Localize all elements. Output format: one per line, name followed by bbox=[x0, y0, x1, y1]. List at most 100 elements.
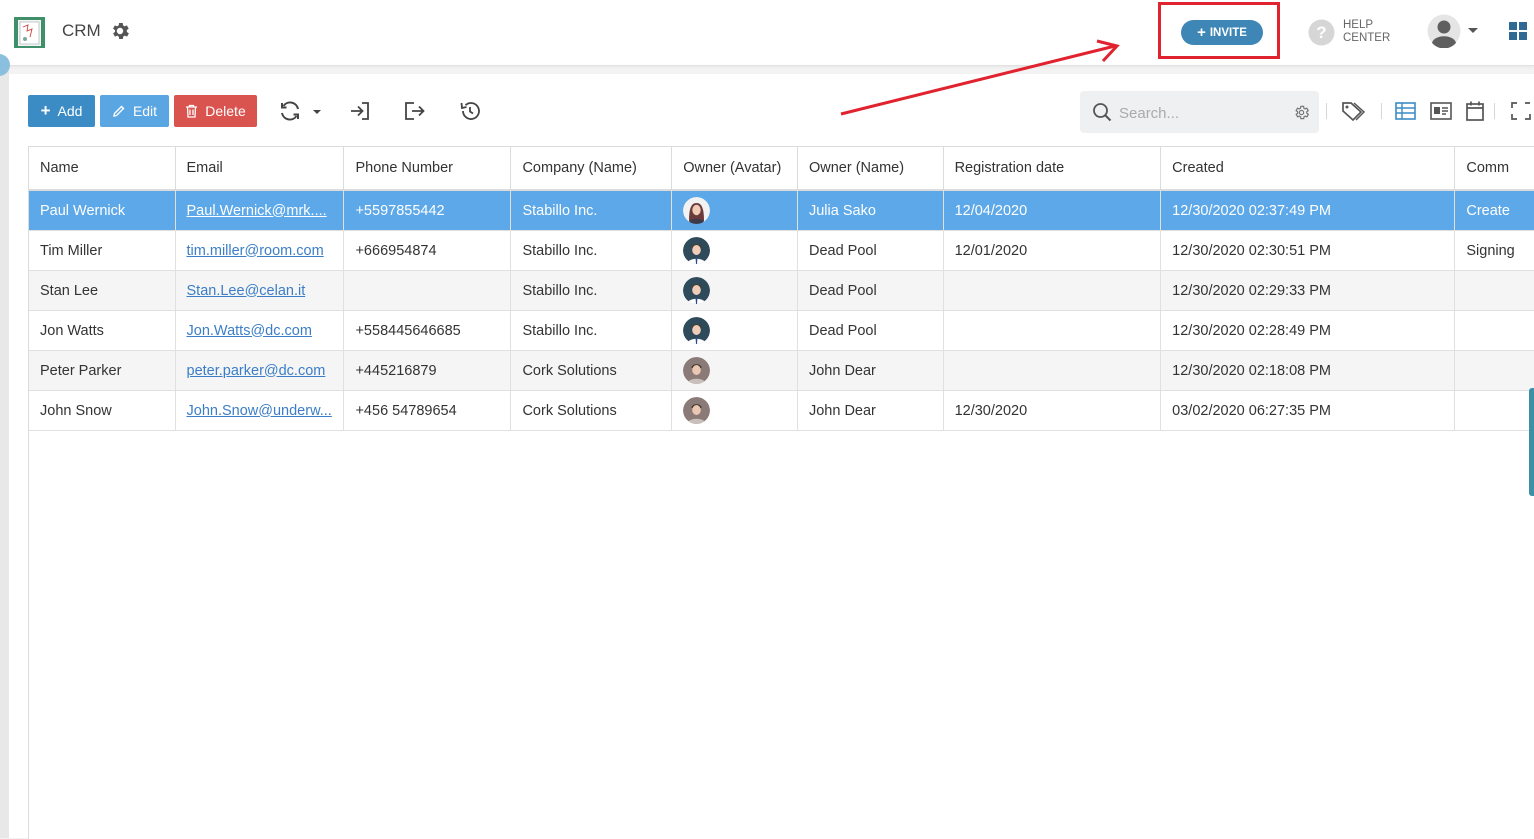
cell-owner-name[interactable]: John Dear bbox=[797, 350, 944, 391]
history-icon[interactable] bbox=[458, 99, 482, 123]
cell-owner-avatar[interactable] bbox=[671, 270, 798, 311]
cell-created[interactable]: 12/30/2020 02:29:33 PM bbox=[1160, 270, 1456, 311]
column-header-owner-avatar[interactable]: Owner (Avatar) bbox=[671, 147, 798, 191]
cell-created[interactable]: 03/02/2020 06:27:35 PM bbox=[1160, 390, 1456, 431]
cell-company[interactable]: Stabillo Inc. bbox=[510, 190, 673, 231]
email-link[interactable]: peter.parker@dc.com bbox=[187, 363, 326, 379]
cell-company[interactable]: Stabillo Inc. bbox=[510, 270, 673, 311]
cell-phone[interactable]: +5597855442 bbox=[343, 190, 512, 231]
cell-owner-avatar[interactable] bbox=[671, 230, 798, 271]
calendar-view-icon[interactable] bbox=[1463, 100, 1487, 122]
cell-email[interactable]: John.Snow@underw... bbox=[175, 390, 345, 431]
cell-name[interactable]: Paul Wernick bbox=[29, 190, 176, 231]
email-link[interactable]: John.Snow@underw... bbox=[187, 403, 332, 419]
settings-gear-icon[interactable] bbox=[109, 20, 131, 42]
user-avatar-icon[interactable] bbox=[1427, 14, 1461, 48]
cell-owner-avatar[interactable] bbox=[671, 190, 798, 231]
table-row[interactable]: Paul Wernick Paul.Wernick@mrk.... +55978… bbox=[29, 190, 1534, 231]
column-header-company[interactable]: Company (Name) bbox=[510, 147, 673, 191]
refresh-dropdown-caret-icon[interactable] bbox=[309, 99, 325, 123]
help-center-link[interactable]: HELP CENTER bbox=[1343, 19, 1390, 45]
email-link[interactable]: Jon.Watts@dc.com bbox=[187, 323, 312, 339]
cell-email[interactable]: Jon.Watts@dc.com bbox=[175, 310, 345, 351]
table-view-icon[interactable] bbox=[1394, 100, 1418, 122]
cell-email[interactable]: Stan.Lee@celan.it bbox=[175, 270, 345, 311]
fullscreen-icon[interactable] bbox=[1509, 100, 1533, 122]
cell-created[interactable]: 12/30/2020 02:30:51 PM bbox=[1160, 230, 1456, 271]
cell-company[interactable]: Cork Solutions bbox=[510, 390, 673, 431]
cell-registration-date[interactable] bbox=[943, 270, 1162, 311]
cell-name[interactable]: John Snow bbox=[29, 390, 176, 431]
cell-comment[interactable] bbox=[1454, 270, 1534, 311]
delete-button[interactable]: Delete bbox=[174, 95, 257, 127]
table-row[interactable]: Tim Miller tim.miller@room.com +66695487… bbox=[29, 230, 1534, 271]
table-header-row: Name Email Phone Number Company (Name) O… bbox=[29, 147, 1534, 191]
cell-owner-name[interactable]: Dead Pool bbox=[797, 310, 944, 351]
cell-registration-date[interactable]: 12/30/2020 bbox=[943, 390, 1162, 431]
export-icon[interactable] bbox=[402, 99, 426, 123]
cell-comment[interactable]: Create bbox=[1454, 190, 1534, 231]
cell-created[interactable]: 12/30/2020 02:28:49 PM bbox=[1160, 310, 1456, 351]
cell-phone[interactable]: +666954874 bbox=[343, 230, 512, 271]
email-link[interactable]: tim.miller@room.com bbox=[187, 243, 324, 259]
edit-button[interactable]: Edit bbox=[100, 95, 169, 127]
add-button[interactable]: + Add bbox=[28, 95, 95, 127]
cell-email[interactable]: tim.miller@room.com bbox=[175, 230, 345, 271]
cell-name[interactable]: Peter Parker bbox=[29, 350, 176, 391]
cell-name[interactable]: Tim Miller bbox=[29, 230, 176, 271]
refresh-icon[interactable] bbox=[278, 99, 302, 123]
table-row[interactable]: Stan Lee Stan.Lee@celan.it Stabillo Inc.… bbox=[29, 270, 1534, 311]
crm-logo-icon[interactable] bbox=[14, 17, 45, 48]
cell-comment[interactable] bbox=[1454, 310, 1534, 351]
cell-registration-date[interactable] bbox=[943, 350, 1162, 391]
cell-created[interactable]: 12/30/2020 02:37:49 PM bbox=[1160, 190, 1456, 231]
cell-phone[interactable] bbox=[343, 270, 512, 311]
email-link[interactable]: Stan.Lee@celan.it bbox=[187, 283, 306, 299]
cell-owner-avatar[interactable] bbox=[671, 310, 798, 351]
column-header-created[interactable]: Created bbox=[1160, 147, 1456, 191]
man-avatar-icon bbox=[683, 237, 711, 264]
cell-comment[interactable]: Signing bbox=[1454, 230, 1534, 271]
table-row[interactable]: Jon Watts Jon.Watts@dc.com +558445646685… bbox=[29, 310, 1534, 351]
cell-owner-avatar[interactable] bbox=[671, 390, 798, 431]
cell-comment[interactable] bbox=[1454, 350, 1534, 391]
column-header-email[interactable]: Email bbox=[175, 147, 345, 191]
column-header-phone[interactable]: Phone Number bbox=[343, 147, 512, 191]
email-link[interactable]: Paul.Wernick@mrk.... bbox=[187, 203, 327, 219]
cell-owner-avatar[interactable] bbox=[671, 350, 798, 391]
column-header-name[interactable]: Name bbox=[29, 147, 176, 191]
cell-phone[interactable]: +456 54789654 bbox=[343, 390, 512, 431]
tags-icon[interactable] bbox=[1341, 100, 1365, 122]
cell-owner-name[interactable]: Julia Sako bbox=[797, 190, 944, 231]
cell-company[interactable]: Stabillo Inc. bbox=[510, 310, 673, 351]
cell-comment[interactable] bbox=[1454, 390, 1534, 431]
card-view-icon[interactable] bbox=[1429, 100, 1453, 122]
column-header-owner-name[interactable]: Owner (Name) bbox=[797, 147, 944, 191]
table-row[interactable]: John Snow John.Snow@underw... +456 54789… bbox=[29, 390, 1534, 431]
cell-owner-name[interactable]: Dead Pool bbox=[797, 230, 944, 271]
search-input[interactable] bbox=[1117, 101, 1291, 125]
cell-company[interactable]: Cork Solutions bbox=[510, 350, 673, 391]
cell-company[interactable]: Stabillo Inc. bbox=[510, 230, 673, 271]
right-side-tab[interactable] bbox=[1529, 388, 1534, 496]
cell-registration-date[interactable]: 12/04/2020 bbox=[943, 190, 1162, 231]
cell-phone[interactable]: +445216879 bbox=[343, 350, 512, 391]
user-menu-caret-icon[interactable] bbox=[1468, 28, 1478, 33]
cell-name[interactable]: Stan Lee bbox=[29, 270, 176, 311]
import-icon[interactable] bbox=[348, 99, 372, 123]
cell-created[interactable]: 12/30/2020 02:18:08 PM bbox=[1160, 350, 1456, 391]
cell-email[interactable]: Paul.Wernick@mrk.... bbox=[175, 190, 345, 231]
search-settings-gear-icon[interactable] bbox=[1293, 104, 1310, 121]
apps-grid-icon[interactable] bbox=[1509, 22, 1527, 40]
column-header-registration-date[interactable]: Registration date bbox=[943, 147, 1162, 191]
table-row[interactable]: Peter Parker peter.parker@dc.com +445216… bbox=[29, 350, 1534, 391]
cell-registration-date[interactable] bbox=[943, 310, 1162, 351]
cell-email[interactable]: peter.parker@dc.com bbox=[175, 350, 345, 391]
column-header-comment[interactable]: Comm bbox=[1454, 147, 1534, 191]
cell-owner-name[interactable]: Dead Pool bbox=[797, 270, 944, 311]
help-question-icon[interactable]: ? bbox=[1308, 19, 1335, 46]
cell-owner-name[interactable]: John Dear bbox=[797, 390, 944, 431]
cell-name[interactable]: Jon Watts bbox=[29, 310, 176, 351]
cell-registration-date[interactable]: 12/01/2020 bbox=[943, 230, 1162, 271]
cell-phone[interactable]: +558445646685 bbox=[343, 310, 512, 351]
